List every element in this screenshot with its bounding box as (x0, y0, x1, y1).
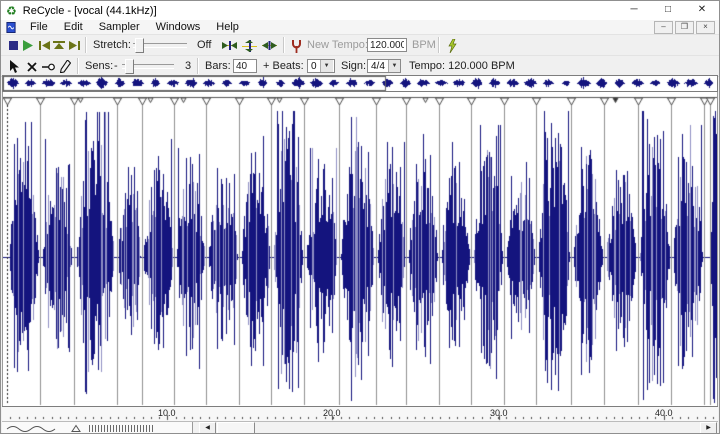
sens-slider[interactable] (122, 64, 174, 69)
menu-bar: FileEditSamplerWindowsHelp – ❒ × (1, 20, 719, 34)
menu-item-windows[interactable]: Windows (148, 21, 209, 33)
scroll-right-button[interactable]: ▶ (700, 422, 717, 434)
stretch-label: Stretch: (93, 39, 131, 51)
chevron-down-icon[interactable]: ▼ (320, 60, 333, 72)
wave-zoom-icon[interactable] (5, 423, 57, 433)
stretch-slider[interactable] (133, 43, 187, 48)
loop-toggle-icon[interactable] (52, 38, 66, 53)
menu-items: FileEditSamplerWindowsHelp (22, 21, 247, 33)
marker-zoom-icon[interactable] (71, 424, 81, 433)
delete-marker-tool[interactable] (25, 59, 38, 74)
new-tempo-input[interactable] (367, 38, 407, 52)
close-button[interactable]: ✕ (685, 1, 719, 20)
minimize-button[interactable]: ─ (617, 1, 651, 20)
toolbar-separator (77, 58, 79, 74)
app-window: ♻ ReCycle - [vocal (44.1kHz)] ─ □ ✕ File… (0, 0, 720, 434)
go-to-start-button[interactable] (37, 38, 51, 53)
toolbar-separator (283, 37, 285, 53)
stop-button[interactable] (7, 38, 20, 53)
caption-buttons: ─ □ ✕ (617, 1, 719, 20)
play-button[interactable] (21, 38, 35, 53)
timeline-ruler[interactable]: 10.0 20.0 30.0 40.0 (2, 406, 718, 421)
beats-value: 0 (308, 61, 320, 72)
beats-label: + Beats: (263, 60, 304, 72)
menu-item-edit[interactable]: Edit (56, 21, 91, 33)
zoom-widget[interactable] (2, 422, 193, 434)
stretch-value: Off (197, 39, 211, 51)
waveform-area[interactable] (2, 92, 718, 406)
beats-select[interactable]: 0 ▼ (307, 59, 335, 73)
ruler-canvas (2, 407, 716, 421)
pencil-tool[interactable] (59, 59, 72, 74)
sens-label: Sens: (85, 60, 113, 72)
locator-out-icon[interactable] (261, 38, 278, 53)
sign-select[interactable]: 4/4 ▼ (367, 59, 401, 73)
document-icon[interactable] (6, 22, 16, 33)
bottom-scrollbar: ◀ ▶ (2, 421, 718, 434)
title-bar[interactable]: ♻ ReCycle - [vocal (44.1kHz)] ─ □ ✕ (1, 1, 719, 20)
bpm-label: BPM (412, 39, 436, 51)
bars-label: Bars: (205, 60, 231, 72)
tempo-readout: Tempo: 120.000 BPM (409, 60, 515, 72)
overview-strip[interactable] (2, 75, 718, 92)
toolbar-separator (85, 37, 87, 53)
child-minimize-button[interactable]: – (654, 21, 673, 34)
scroll-left-button[interactable]: ◀ (199, 422, 216, 434)
lightning-icon[interactable] (445, 38, 459, 53)
sign-label: Sign: (341, 60, 366, 72)
ruler-label: 40.0 (655, 408, 673, 418)
edit-toolbar: Sens: - 3 Bars: + Beats: 0 ▼ Sign: 4/4 ▼… (1, 55, 719, 77)
tuning-fork-icon[interactable] (289, 38, 303, 53)
ruler-label: 10.0 (158, 408, 176, 418)
arrow-tool[interactable] (8, 59, 21, 74)
menu-item-help[interactable]: Help (208, 21, 247, 33)
transport-toolbar: Stretch: Off New Tempo: BPM (1, 34, 719, 56)
locator-center-icon[interactable] (241, 38, 258, 53)
window-title: ReCycle - [vocal (44.1kHz)] (23, 5, 157, 17)
locator-in-icon[interactable] (221, 38, 238, 53)
bars-input[interactable] (233, 59, 257, 73)
magnify-tool[interactable] (41, 59, 56, 74)
ruler-label: 30.0 (490, 408, 508, 418)
sign-value: 4/4 (368, 61, 388, 72)
go-to-end-button[interactable] (67, 38, 81, 53)
toolbar-separator (438, 37, 440, 53)
overview-canvas[interactable] (3, 76, 717, 91)
ruler-label: 20.0 (323, 408, 341, 418)
child-window-buttons: – ❒ × (652, 21, 715, 34)
waveform-canvas[interactable] (3, 92, 717, 406)
app-icon: ♻ (6, 5, 17, 17)
sens-slider-thumb[interactable] (125, 59, 134, 74)
sens-minus-label: - (114, 60, 118, 72)
child-close-button[interactable]: × (696, 21, 715, 34)
child-restore-button[interactable]: ❒ (675, 21, 694, 34)
stretch-slider-thumb[interactable] (135, 38, 144, 53)
new-tempo-label: New Tempo: (307, 39, 368, 51)
menu-item-sampler[interactable]: Sampler (91, 21, 148, 33)
maximize-button[interactable]: □ (651, 1, 685, 20)
mini-ruler-pattern (89, 425, 155, 432)
toolbar-separator (197, 58, 199, 74)
scrollbar-thumb[interactable] (217, 422, 255, 434)
menu-item-file[interactable]: File (22, 21, 56, 33)
sens-value: 3 (185, 60, 191, 72)
chevron-down-icon[interactable]: ▼ (388, 60, 400, 72)
